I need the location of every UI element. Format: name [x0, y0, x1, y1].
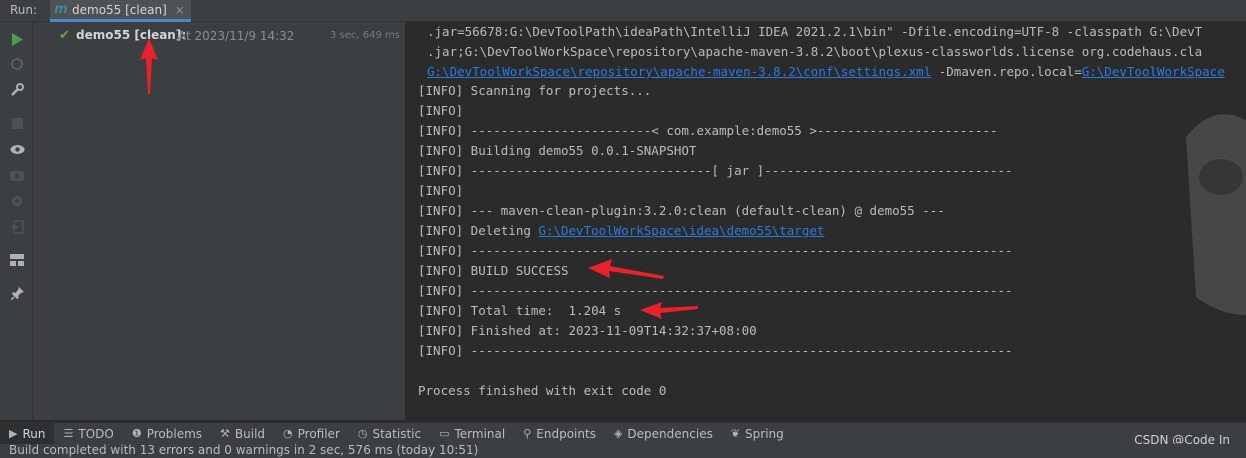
tab-label: Endpoints [536, 426, 596, 441]
hammer-icon: ⚒ [220, 427, 230, 440]
console-line: [INFO] [418, 103, 464, 118]
stop-icon[interactable] [8, 114, 26, 132]
console-line: [INFO] Finished at: 2023-11-09T14:32:37+… [418, 323, 757, 338]
rerun-failed-icon[interactable] [8, 55, 26, 73]
tab-label: Spring [745, 426, 784, 441]
tab-label: demo55 [clean] [72, 2, 167, 17]
run-label: Run: [10, 3, 38, 17]
tab-label: Run [22, 426, 46, 441]
dependencies-icon: ◈ [613, 427, 623, 440]
maven-m-icon: m [54, 2, 68, 17]
run-tree-item[interactable]: ✔ demo55 [clean]: At 2023/11/9 14:32 3 s… [33, 25, 406, 45]
tab-label: Terminal [454, 426, 506, 441]
problems-icon: ❶ [131, 427, 142, 440]
tree-item-duration: 3 sec, 649 ms [330, 30, 400, 41]
repo-local-link[interactable]: G:\DevToolWorkSpace [1082, 64, 1225, 79]
console-output[interactable]: .jar=56678:G:\DevToolPath\ideaPath\Intel… [407, 22, 1246, 420]
settings-icon[interactable] [8, 192, 26, 210]
profiler-icon: ◔ [283, 427, 293, 440]
console-line: [INFO] Total time: 1.204 s [418, 303, 622, 318]
spring-icon: ❦ [730, 427, 741, 440]
play-icon: ▶ [9, 427, 18, 440]
annotation-arrow-left-icon [588, 259, 664, 279]
status-bar: Build completed with 13 errors and 0 war… [0, 443, 1246, 458]
console-line: Process finished with exit code 0 [418, 383, 667, 398]
repo-flag-text: -Dmaven.repo.local= [931, 64, 1082, 79]
console-line: [INFO] --------------------------------[… [418, 163, 1013, 178]
status-text[interactable]: Build completed with 13 errors and 0 war… [9, 443, 478, 457]
settings-xml-link[interactable]: G:\DevToolWorkSpace\repository\apache-ma… [427, 64, 931, 79]
console-line: [INFO] ---------------------------------… [418, 283, 1013, 298]
eye-icon[interactable] [8, 140, 26, 158]
console-line: [INFO] ------------------------< com.exa… [418, 123, 998, 138]
target-dir-link[interactable]: G:\DevToolWorkSpace\idea\demo55\target [538, 223, 824, 238]
tab-statistic[interactable]: ◷ Statistic [349, 423, 430, 445]
tab-label: Problems [146, 426, 203, 441]
tab-problems[interactable]: ❶ Problems [123, 423, 211, 445]
console-line: [INFO] Deleting G:\DevToolWorkSpace\idea… [418, 221, 824, 241]
tab-build[interactable]: ⚒ Build [211, 423, 274, 445]
wrench-icon[interactable] [8, 81, 26, 99]
statistic-icon: ◷ [357, 427, 368, 440]
tab-label: Dependencies [627, 426, 713, 441]
tab-terminal[interactable]: ▭ Terminal [430, 423, 514, 445]
tree-item-time: At 2023/11/9 14:32 [178, 29, 295, 43]
console-line: [INFO] BUILD SUCCESS [418, 263, 569, 278]
tab-todo[interactable]: ☰ TODO [54, 423, 122, 445]
endpoints-icon: ⚲ [523, 427, 532, 440]
tab-profiler[interactable]: ◔ Profiler [274, 423, 349, 445]
tab-run[interactable]: ▶ Run [0, 422, 55, 445]
console-line: [INFO] [418, 183, 464, 198]
annotation-arrow-left-icon [640, 302, 698, 319]
tab-spring[interactable]: ❦ Spring [722, 423, 793, 445]
console-line: [INFO] ---------------------------------… [418, 343, 1013, 358]
run-toolbar [0, 22, 33, 420]
tab-label: TODO [78, 426, 114, 441]
run-toolwindow-header: Run: m demo55 [clean] × [0, 0, 1246, 22]
success-check-icon: ✔ [59, 28, 70, 43]
terminal-icon: ▭ [439, 427, 450, 440]
tab-demo55-clean[interactable]: m demo55 [clean] × [50, 0, 191, 22]
console-line: .jar;G:\DevToolWorkSpace\repository\apac… [427, 44, 1203, 59]
tab-label: Statistic [372, 426, 422, 441]
duke-decoration-icon [1186, 114, 1246, 315]
tab-label: Build [234, 426, 266, 441]
run-tree-panel: ✔ demo55 [clean]: At 2023/11/9 14:32 3 s… [33, 22, 406, 420]
tab-label: Profiler [297, 426, 340, 441]
console-line: [INFO] Scanning for projects... [418, 83, 652, 98]
console-line: G:\DevToolWorkSpace\repository\apache-ma… [427, 62, 1225, 82]
console-line: [INFO] ---------------------------------… [418, 243, 1013, 258]
console-line: [INFO] --- maven-clean-plugin:3.2.0:clea… [418, 203, 945, 218]
close-icon[interactable]: × [175, 3, 185, 17]
console-line: .jar=56678:G:\DevToolPath\ideaPath\Intel… [427, 24, 1203, 39]
tab-dependencies[interactable]: ◈ Dependencies [605, 423, 722, 445]
list-icon: ☰ [63, 427, 74, 440]
pin-icon[interactable] [8, 284, 26, 302]
console-line: [INFO] Building demo55 0.0.1-SNAPSHOT [418, 143, 697, 158]
tab-endpoints[interactable]: ⚲ Endpoints [514, 423, 605, 445]
camera-icon[interactable] [8, 166, 26, 184]
exit-icon[interactable] [8, 218, 26, 236]
tool-window-bar: ▶ Run ☰ TODO ❶ Problems ⚒ Build ◔ Profil… [0, 422, 1246, 445]
annotation-arrow-up-icon [140, 38, 158, 94]
tree-item-name: demo55 [clean]: [76, 28, 187, 42]
layout-icon[interactable] [8, 251, 26, 269]
rerun-icon[interactable] [8, 30, 26, 48]
deleting-text: [INFO] Deleting [418, 223, 539, 238]
